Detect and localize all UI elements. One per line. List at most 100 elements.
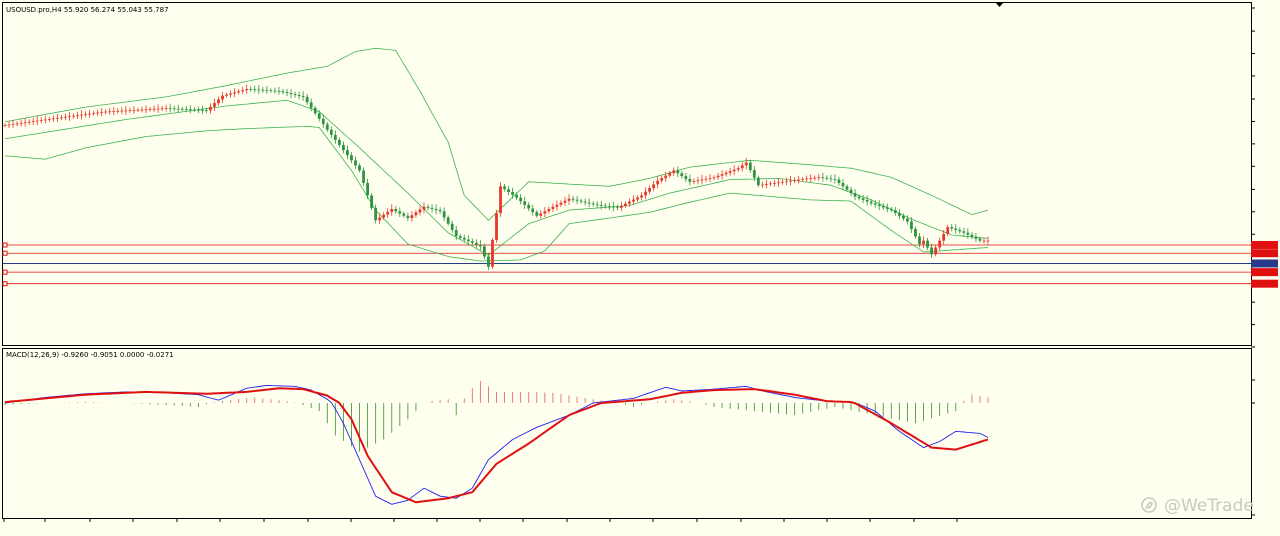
candle-body bbox=[595, 204, 599, 206]
candle-body bbox=[269, 90, 273, 92]
candle-body bbox=[333, 134, 337, 140]
candle-body bbox=[664, 175, 668, 179]
candle-body bbox=[168, 108, 172, 110]
candle-body bbox=[156, 108, 160, 110]
candle-body bbox=[765, 184, 768, 185]
candle-body bbox=[692, 181, 696, 182]
candle-body bbox=[914, 228, 917, 237]
candle-body bbox=[301, 95, 305, 97]
candle-body bbox=[35, 120, 39, 122]
candle-body bbox=[51, 118, 55, 120]
candle-body bbox=[942, 233, 946, 241]
candle-body bbox=[523, 201, 527, 205]
candle-body bbox=[11, 124, 15, 125]
candle-body bbox=[736, 168, 740, 170]
candle-body bbox=[180, 108, 184, 110]
candle-body bbox=[148, 109, 152, 110]
candle-body bbox=[225, 94, 228, 96]
candle-body bbox=[829, 178, 833, 180]
chart-background bbox=[0, 0, 1280, 536]
candle-body bbox=[672, 170, 676, 174]
candle-body bbox=[7, 124, 11, 126]
candle-body bbox=[205, 110, 208, 112]
candle-body bbox=[628, 201, 631, 204]
candle-body bbox=[430, 207, 434, 209]
watermark-text: @WeTrade bbox=[1164, 496, 1254, 516]
price-level-tag bbox=[1251, 279, 1278, 288]
price-level-tag bbox=[1251, 240, 1278, 249]
candle-body bbox=[845, 186, 849, 190]
price-level-handle bbox=[2, 269, 8, 275]
candle-body bbox=[27, 121, 31, 123]
candle-body bbox=[636, 197, 639, 200]
candle-body bbox=[583, 201, 587, 203]
candle-body bbox=[551, 206, 555, 209]
candle-body bbox=[188, 109, 192, 111]
candle-body bbox=[474, 242, 478, 245]
candle-body bbox=[946, 227, 950, 234]
candle-body bbox=[789, 180, 792, 182]
candle-body bbox=[603, 205, 607, 207]
candle-body bbox=[426, 206, 430, 208]
candle-body bbox=[221, 95, 224, 100]
candle-body bbox=[539, 213, 543, 216]
candle-body bbox=[406, 215, 410, 219]
candle-body bbox=[293, 94, 297, 95]
candle-body bbox=[619, 205, 623, 208]
candle-body bbox=[591, 203, 595, 205]
candle-body bbox=[245, 88, 249, 91]
candle-body bbox=[273, 90, 277, 92]
candle-body bbox=[152, 108, 156, 110]
candle-body bbox=[346, 150, 349, 156]
candle-body bbox=[853, 193, 857, 197]
candle-body bbox=[974, 236, 978, 239]
candle-body bbox=[410, 215, 414, 219]
candle-body bbox=[43, 119, 47, 121]
candle-body bbox=[317, 113, 321, 119]
candle-body bbox=[414, 212, 418, 216]
candle-body bbox=[172, 108, 176, 110]
candle-body bbox=[253, 89, 257, 91]
candle-body bbox=[88, 113, 92, 115]
candle-body bbox=[837, 179, 841, 183]
candle-body bbox=[237, 91, 241, 93]
candle-body bbox=[209, 106, 212, 111]
candle-body bbox=[394, 208, 398, 212]
candle-body bbox=[450, 223, 454, 230]
candle-body bbox=[309, 102, 313, 108]
candle-body bbox=[624, 203, 627, 206]
candle-body bbox=[350, 155, 353, 161]
candle-body bbox=[531, 208, 535, 213]
candle-body bbox=[466, 239, 470, 242]
candle-body bbox=[954, 228, 958, 230]
candle-body bbox=[285, 92, 289, 94]
candle-body bbox=[773, 182, 776, 184]
candle-body bbox=[966, 232, 970, 235]
candle-body bbox=[575, 199, 579, 201]
candle-body bbox=[398, 211, 402, 214]
candle-body bbox=[434, 208, 438, 211]
candle-body bbox=[491, 239, 494, 267]
candle-body bbox=[728, 171, 732, 173]
candle-body bbox=[72, 115, 75, 117]
candle-body bbox=[112, 111, 116, 112]
candle-body bbox=[281, 91, 285, 93]
candle-body bbox=[3, 125, 7, 126]
candle-body bbox=[861, 198, 865, 200]
candle-body bbox=[708, 178, 712, 179]
candle-body bbox=[499, 186, 502, 214]
candle-body bbox=[926, 240, 929, 248]
candle-body bbox=[249, 88, 253, 90]
candle-body bbox=[769, 183, 772, 185]
price-level-handle bbox=[2, 250, 8, 256]
trading-chart[interactable]: USOUSD.pro,H4 55.920 56.274 55.043 55.78… bbox=[0, 0, 1280, 536]
candle-body bbox=[918, 236, 921, 245]
candle-body bbox=[321, 118, 325, 125]
candle-body bbox=[337, 139, 341, 146]
candle-body bbox=[362, 170, 365, 183]
candle-body bbox=[571, 198, 575, 200]
candle-body bbox=[289, 93, 293, 95]
candle-body bbox=[92, 113, 96, 114]
candle-body bbox=[825, 177, 829, 179]
candle-body bbox=[483, 246, 486, 257]
